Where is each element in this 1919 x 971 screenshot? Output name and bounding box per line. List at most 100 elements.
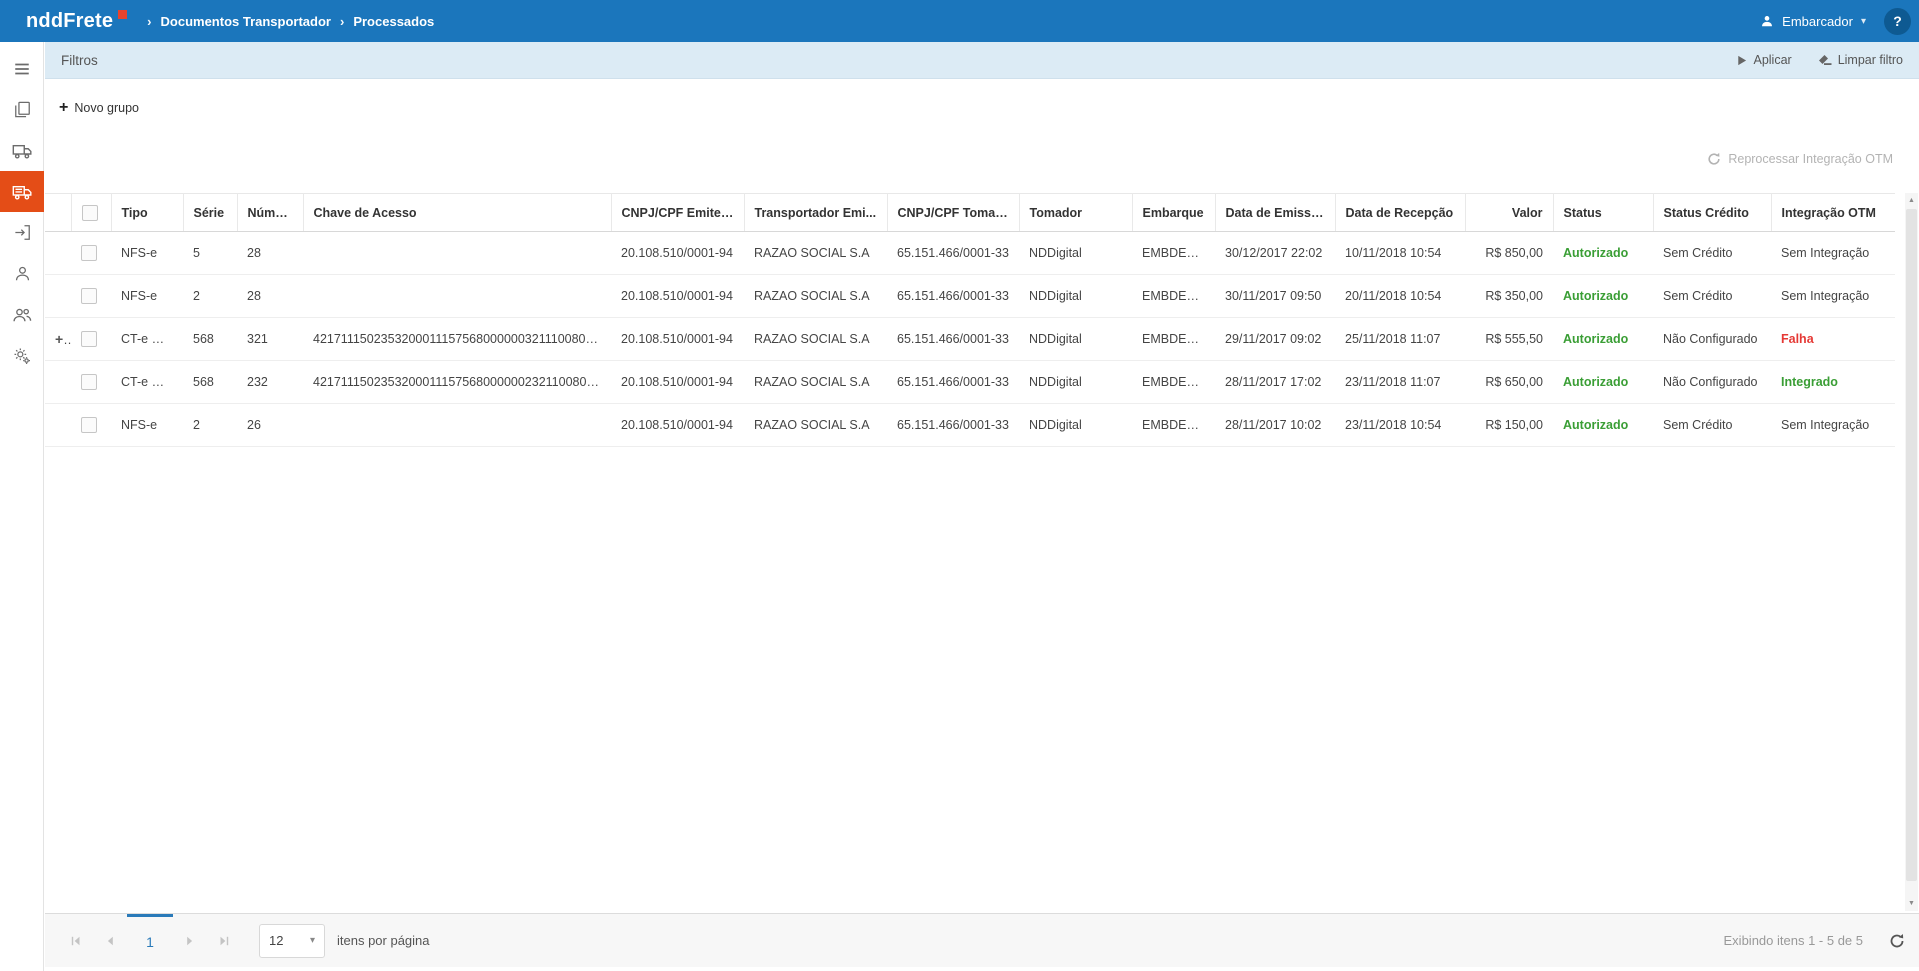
table-row[interactable]: NFS-e 2 26 20.108.510/0001-94 RAZAO SOCI… xyxy=(45,404,1895,447)
new-group-button[interactable]: + Novo grupo xyxy=(59,100,139,116)
help-button[interactable]: ? xyxy=(1884,8,1911,35)
last-page-button[interactable] xyxy=(207,914,241,967)
integration-status-badge: Sem Integração xyxy=(1781,289,1869,303)
app-logo[interactable]: nddFrete xyxy=(26,10,127,33)
cell-cnpj-emitente: 20.108.510/0001-94 xyxy=(611,275,744,318)
help-icon: ? xyxy=(1893,13,1902,29)
header-data-emissao[interactable]: Data de Emissão↓ xyxy=(1215,194,1335,232)
filter-actions: Aplicar Limpar filtro xyxy=(1736,53,1903,67)
hamburger-icon xyxy=(13,60,31,78)
header-status[interactable]: Status xyxy=(1553,194,1653,232)
sidebar-item-exit[interactable] xyxy=(0,212,44,253)
integration-status-badge: Falha xyxy=(1781,332,1814,346)
cell-cnpj-tomador: 65.151.466/0001-33 xyxy=(887,404,1019,447)
sidebar-item-driver[interactable] xyxy=(0,253,44,294)
sidebar-item-settings[interactable] xyxy=(0,335,44,376)
header-tomador[interactable]: Tomador xyxy=(1019,194,1132,232)
row-checkbox[interactable] xyxy=(81,374,97,390)
breadcrumb-item-processados[interactable]: Processados xyxy=(353,14,434,29)
items-per-page-label: itens por página xyxy=(337,933,430,948)
cell-chave xyxy=(303,404,611,447)
table-row[interactable]: CT-e Nor... 568 232 42171115023532000111… xyxy=(45,361,1895,404)
scroll-up-icon[interactable]: ▲ xyxy=(1905,193,1918,208)
cell-status-credito: Não Configurado xyxy=(1653,318,1771,361)
first-page-button[interactable] xyxy=(59,914,93,967)
cell-status: Autorizado xyxy=(1553,318,1653,361)
cell-status: Autorizado xyxy=(1553,232,1653,275)
cell-data-emissao: 30/11/2017 09:50 xyxy=(1215,275,1335,318)
header-tipo[interactable]: Tipo xyxy=(111,194,183,232)
vertical-scrollbar[interactable]: ▲ ▼ xyxy=(1905,193,1918,911)
copy-documents-icon xyxy=(13,100,32,119)
scroll-down-icon[interactable]: ▼ xyxy=(1905,896,1918,911)
page-number-current[interactable]: 1 xyxy=(127,914,173,967)
sidebar-item-documents[interactable] xyxy=(0,89,44,130)
cell-cnpj-tomador: 65.151.466/0001-33 xyxy=(887,275,1019,318)
cell-embarque: EMBDEV.56... xyxy=(1132,404,1215,447)
cell-data-recepcao: 23/11/2018 11:07 xyxy=(1335,361,1465,404)
user-menu[interactable]: Embarcador ▾ xyxy=(1744,0,1882,42)
cell-status-credito: Sem Crédito xyxy=(1653,232,1771,275)
menu-toggle-button[interactable] xyxy=(0,48,44,89)
cell-status-credito: Sem Crédito xyxy=(1653,275,1771,318)
cell-integracao-otm: Sem Integração xyxy=(1771,404,1895,447)
cell-cnpj-tomador: 65.151.466/0001-33 xyxy=(887,361,1019,404)
cell-integracao-otm: Integrado xyxy=(1771,361,1895,404)
cell-tomador: NDDigital xyxy=(1019,275,1132,318)
chevron-down-icon: ▾ xyxy=(310,935,315,946)
reprocess-otm-button[interactable]: Reprocessar Integração OTM xyxy=(1707,152,1893,166)
cell-numero: 28 xyxy=(237,232,303,275)
breadcrumb-separator-icon: › xyxy=(147,14,151,29)
table-row[interactable]: NFS-e 5 28 20.108.510/0001-94 RAZAO SOCI… xyxy=(45,232,1895,275)
cell-cnpj-emitente: 20.108.510/0001-94 xyxy=(611,404,744,447)
sidebar-item-users[interactable] xyxy=(0,294,44,335)
page-size-dropdown[interactable]: 12 ▾ xyxy=(259,924,325,958)
topbar-right: Embarcador ▾ ? xyxy=(1744,0,1919,42)
header-transportador[interactable]: Transportador Emi... xyxy=(744,194,887,232)
next-page-button[interactable] xyxy=(173,914,207,967)
cell-embarque: EMBDEV.56... xyxy=(1132,275,1215,318)
previous-page-button[interactable] xyxy=(93,914,127,967)
table-row[interactable]: NFS-e 2 28 20.108.510/0001-94 RAZAO SOCI… xyxy=(45,275,1895,318)
page-size-value: 12 xyxy=(269,933,283,948)
row-checkbox[interactable] xyxy=(81,245,97,261)
table-row[interactable]: + CT-e Nor... 568 321 421711150235320001… xyxy=(45,318,1895,361)
cell-embarque: EMBDEV.56... xyxy=(1132,232,1215,275)
header-expand xyxy=(45,194,71,232)
header-numero[interactable]: Número xyxy=(237,194,303,232)
cell-integracao-otm: Sem Integração xyxy=(1771,232,1895,275)
header-serie[interactable]: Série xyxy=(183,194,237,232)
eraser-icon xyxy=(1818,54,1832,66)
cell-valor: R$ 350,00 xyxy=(1465,275,1553,318)
sidebar-item-documentos-transportador[interactable] xyxy=(0,171,44,212)
cell-data-emissao: 30/12/2017 22:02 xyxy=(1215,232,1335,275)
header-integracao-otm[interactable]: Integração OTM xyxy=(1771,194,1895,232)
header-chave-acesso[interactable]: Chave de Acesso xyxy=(303,194,611,232)
cell-valor: R$ 850,00 xyxy=(1465,232,1553,275)
row-checkbox-cell xyxy=(71,232,111,275)
row-checkbox[interactable] xyxy=(81,417,97,433)
row-checkbox[interactable] xyxy=(81,288,97,304)
select-all-checkbox[interactable] xyxy=(82,205,98,221)
sidebar-item-transport[interactable] xyxy=(0,130,44,171)
header-cnpj-tomador[interactable]: CNPJ/CPF Tomador xyxy=(887,194,1019,232)
clear-filter-button[interactable]: Limpar filtro xyxy=(1818,53,1903,67)
scrollbar-thumb[interactable] xyxy=(1906,209,1917,881)
cell-tomador: NDDigital xyxy=(1019,318,1132,361)
apply-filter-button[interactable]: Aplicar xyxy=(1736,53,1791,67)
refresh-icon xyxy=(1707,152,1721,166)
status-badge: Autorizado xyxy=(1563,289,1628,303)
cell-serie: 5 xyxy=(183,232,237,275)
header-status-credito[interactable]: Status Crédito xyxy=(1653,194,1771,232)
header-valor[interactable]: Valor xyxy=(1465,194,1553,232)
breadcrumb-item-documentos-transportador[interactable]: Documentos Transportador xyxy=(161,14,331,29)
cell-valor: R$ 650,00 xyxy=(1465,361,1553,404)
refresh-grid-button[interactable] xyxy=(1889,933,1905,949)
header-embarque[interactable]: Embarque xyxy=(1132,194,1215,232)
row-checkbox[interactable] xyxy=(81,331,97,347)
header-cnpj-emitente[interactable]: CNPJ/CPF Emitente xyxy=(611,194,744,232)
header-data-recepcao[interactable]: Data de Recepção xyxy=(1335,194,1465,232)
user-icon xyxy=(1760,14,1774,28)
expand-toggle[interactable]: + xyxy=(55,331,71,347)
table-header-row: Tipo Série Número Chave de Acesso CNPJ/C… xyxy=(45,194,1895,232)
